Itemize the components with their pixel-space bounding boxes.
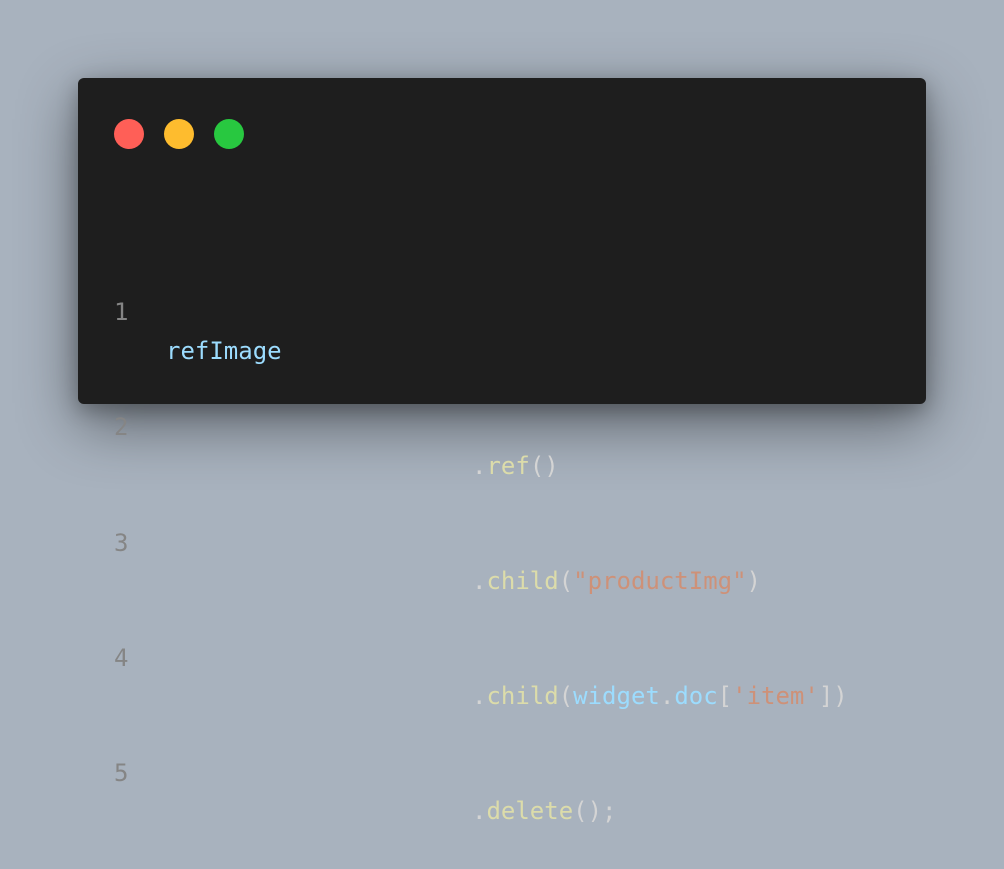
code-token: [ xyxy=(717,682,733,711)
code-line: 4 .child(widget.doc['item']) xyxy=(78,600,848,710)
code-token: delete xyxy=(486,797,574,826)
code-token: ( xyxy=(558,682,574,711)
code-token: child xyxy=(486,682,559,711)
code-line: 1 refImage xyxy=(78,255,282,364)
line-number: 5 xyxy=(114,759,129,788)
line-number: 4 xyxy=(114,643,129,672)
code-token: . xyxy=(472,797,487,826)
line-source: refImage xyxy=(166,332,282,370)
code-token: child xyxy=(486,567,559,596)
code-token: "productImg" xyxy=(573,567,747,596)
line-number: 2 xyxy=(114,413,129,442)
code-token: refImage xyxy=(166,336,282,365)
code-line: 2 .ref() xyxy=(78,370,559,479)
code-token: ) xyxy=(746,567,761,596)
line-number: 1 xyxy=(114,298,129,327)
line-number: 3 xyxy=(114,528,129,557)
code-token: (); xyxy=(573,797,617,826)
code-token: 'item' xyxy=(732,682,819,711)
line-source: .child("productImg") xyxy=(472,562,761,600)
line-source: .ref() xyxy=(472,447,559,485)
line-source: .child(widget.doc['item']) xyxy=(472,677,848,715)
maximize-dot-icon[interactable] xyxy=(214,119,244,149)
code-block: 1 refImage 2 .ref() 3 .child("productImg… xyxy=(78,178,848,831)
code-line: 3 .child("productImg") xyxy=(78,485,761,595)
code-token: ]) xyxy=(818,682,848,711)
minimize-dot-icon[interactable] xyxy=(164,119,194,149)
code-token: ( xyxy=(558,567,574,596)
code-line: 5 .delete(); xyxy=(78,716,617,825)
code-token: . xyxy=(472,682,487,711)
code-token: . xyxy=(472,451,487,480)
line-source: .delete(); xyxy=(472,792,617,830)
code-window: 1 refImage 2 .ref() 3 .child("productImg… xyxy=(78,78,926,825)
code-token: () xyxy=(529,451,559,480)
code-token: . xyxy=(659,682,675,711)
code-token: doc xyxy=(674,682,718,711)
code-token: ref xyxy=(486,451,530,480)
close-dot-icon[interactable] xyxy=(114,119,144,149)
code-token: widget xyxy=(573,682,660,711)
code-token: . xyxy=(472,567,487,596)
